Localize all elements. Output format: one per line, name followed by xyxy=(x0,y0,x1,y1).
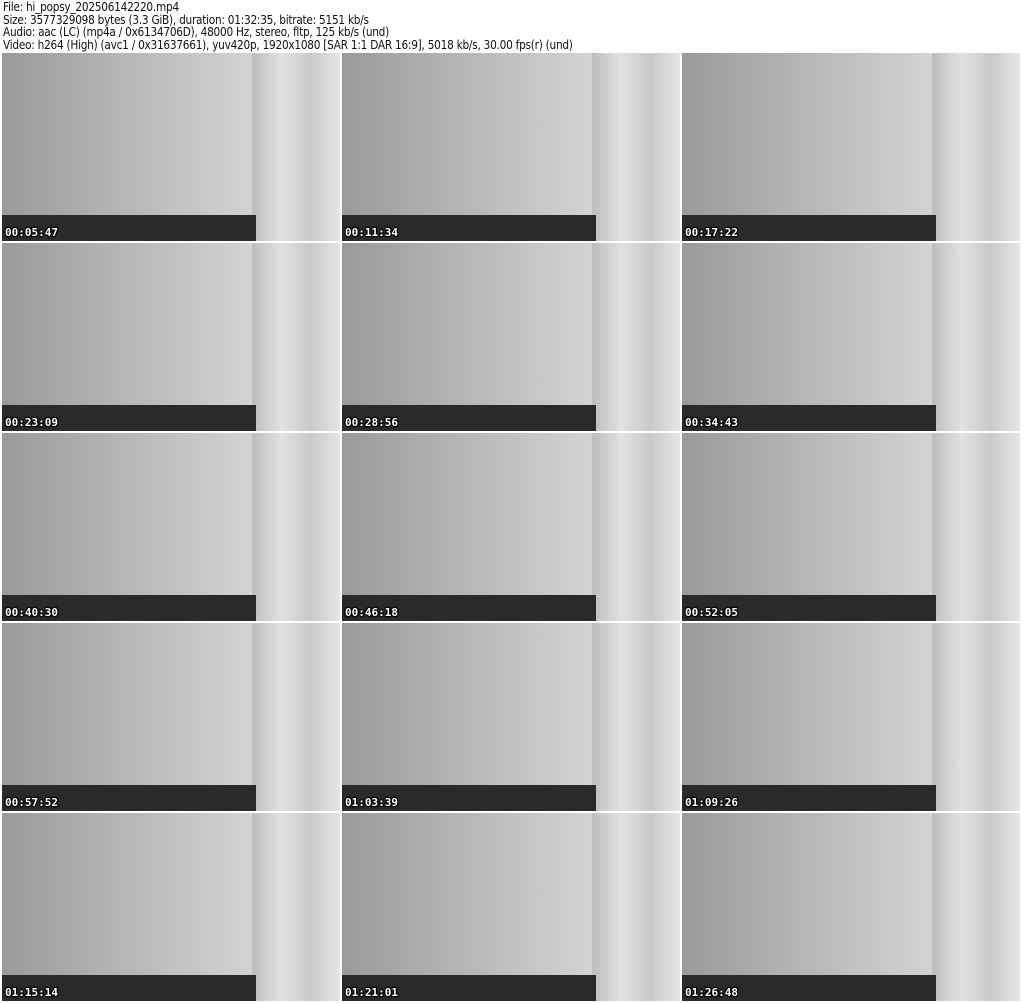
video-thumbnail: 01:03:39 xyxy=(342,623,680,811)
thumbnail-grid: 00:05:47 00:11:34 00:17:22 00:23:09 00:2… xyxy=(2,53,1020,1001)
video-thumbnail: 00:05:47 xyxy=(2,53,340,241)
video-thumbnail: 00:17:22 xyxy=(682,53,1020,241)
thumbnail-timestamp: 00:11:34 xyxy=(345,226,398,239)
video-thumbnail: 01:21:01 xyxy=(342,813,680,1001)
video-thumbnail: 00:40:30 xyxy=(2,433,340,621)
thumbnail-timestamp: 01:26:48 xyxy=(685,986,738,999)
thumbnail-timestamp: 00:28:56 xyxy=(345,416,398,429)
thumbnail-timestamp: 00:23:09 xyxy=(5,416,58,429)
video-thumbnail: 00:28:56 xyxy=(342,243,680,431)
video-thumbnail: 01:09:26 xyxy=(682,623,1020,811)
video-thumbnail: 00:52:05 xyxy=(682,433,1020,621)
video-thumbnail: 01:26:48 xyxy=(682,813,1020,1001)
video-thumbnail: 00:46:18 xyxy=(342,433,680,621)
video-thumbnail: 00:34:43 xyxy=(682,243,1020,431)
video-thumbnail: 00:57:52 xyxy=(2,623,340,811)
video-thumbnail: 01:15:14 xyxy=(2,813,340,1001)
thumbnail-timestamp: 00:17:22 xyxy=(685,226,738,239)
thumbnail-timestamp: 00:57:52 xyxy=(5,796,58,809)
audio-info-line: Audio: aac (LC) (mp4a / 0x6134706D), 480… xyxy=(3,25,389,39)
thumbnail-timestamp: 00:52:05 xyxy=(685,606,738,619)
video-thumbnail: 00:11:34 xyxy=(342,53,680,241)
thumbnail-timestamp: 01:15:14 xyxy=(5,986,58,999)
thumbnail-timestamp: 00:46:18 xyxy=(345,606,398,619)
thumbnail-timestamp: 00:40:30 xyxy=(5,606,58,619)
thumbnail-timestamp: 01:21:01 xyxy=(345,986,398,999)
file-info-header: File: hi_popsy_202506142220.mp4 Size: 357… xyxy=(3,1,573,51)
thumbnail-timestamp: 00:34:43 xyxy=(685,416,738,429)
file-name-line: File: hi_popsy_202506142220.mp4 xyxy=(3,0,179,14)
thumbnail-timestamp: 00:05:47 xyxy=(5,226,58,239)
video-info-line: Video: h264 (High) (avc1 / 0x31637661), … xyxy=(3,37,573,52)
thumbnail-timestamp: 01:09:26 xyxy=(685,796,738,809)
thumbnail-timestamp: 01:03:39 xyxy=(345,796,398,809)
video-thumbnail: 00:23:09 xyxy=(2,243,340,431)
